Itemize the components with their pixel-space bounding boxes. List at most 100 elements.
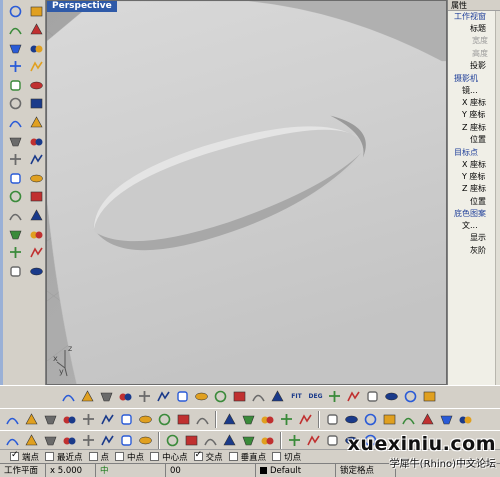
solid-tool-13-icon[interactable]: [240, 411, 257, 428]
curve-tool-14-icon[interactable]: [259, 432, 276, 449]
curve-tool-8-icon[interactable]: [137, 432, 154, 449]
viewport-title[interactable]: Perspective: [47, 1, 117, 12]
osnap-checkbox[interactable]: [228, 452, 238, 461]
line-tool-icon[interactable]: [6, 21, 24, 39]
properties-row[interactable]: 标题: [448, 23, 500, 35]
surface-tool-17-icon[interactable]: [364, 388, 381, 405]
properties-row[interactable]: 灰阶: [448, 245, 500, 257]
solid-tool-3-icon[interactable]: [42, 411, 59, 428]
curve-tool-9-icon[interactable]: [164, 432, 181, 449]
solid-tool-19-icon[interactable]: [362, 411, 379, 428]
layer-tool-icon[interactable]: [27, 244, 45, 262]
solid-tool-24-icon[interactable]: [457, 411, 474, 428]
boolean-tool-icon[interactable]: [27, 114, 45, 132]
transform-tool-icon[interactable]: [6, 169, 24, 187]
curve-tool-16-icon[interactable]: [305, 432, 322, 449]
curve-tool-11-icon[interactable]: [202, 432, 219, 449]
solid-tool-22-icon[interactable]: [419, 411, 436, 428]
properties-tool-icon[interactable]: [27, 262, 45, 280]
ellipse-tool-icon[interactable]: [6, 58, 24, 76]
solid-tool-16-icon[interactable]: [297, 411, 314, 428]
properties-row[interactable]: 高度: [448, 48, 500, 60]
solid-tool-15-icon[interactable]: [278, 411, 295, 428]
surface-tool-8-icon[interactable]: [193, 388, 210, 405]
sphere-tool-icon[interactable]: [6, 132, 24, 150]
box-tool-icon[interactable]: [6, 114, 24, 132]
properties-row[interactable]: Y 座标: [448, 109, 500, 121]
surface-tool-5-icon[interactable]: [136, 388, 153, 405]
osnap-item[interactable]: 中心点: [150, 451, 188, 463]
cylinder-tool-icon[interactable]: [27, 132, 45, 150]
curve-tool-1-icon[interactable]: [4, 432, 21, 449]
curve-tool-10-icon[interactable]: [183, 432, 200, 449]
properties-row[interactable]: 位置: [448, 134, 500, 146]
render-tool-icon[interactable]: [6, 262, 24, 280]
osnap-item[interactable]: 中点: [115, 451, 144, 463]
osnap-checkbox[interactable]: [45, 452, 55, 461]
osnap-item[interactable]: 垂直点: [228, 451, 266, 463]
surface-tool-1-icon[interactable]: [60, 388, 77, 405]
properties-row[interactable]: 文...: [448, 220, 500, 232]
surface-tool-19-icon[interactable]: [402, 388, 419, 405]
solid-tool-18-icon[interactable]: [343, 411, 360, 428]
properties-row[interactable]: 显示: [448, 232, 500, 244]
revolve-tool-icon[interactable]: [27, 95, 45, 113]
solid-tool-6-icon[interactable]: [99, 411, 116, 428]
curve-tool-tool-icon[interactable]: [27, 188, 45, 206]
analysis-tool-icon[interactable]: [6, 244, 24, 262]
dimension-tool-icon[interactable]: [27, 169, 45, 187]
properties-row[interactable]: Y 座标: [448, 171, 500, 183]
osnap-checkbox[interactable]: [115, 452, 125, 461]
solid-tool-9-icon[interactable]: [156, 411, 173, 428]
properties-section-heading[interactable]: 底色图案: [448, 208, 500, 220]
curve-tool-15-icon[interactable]: [286, 432, 303, 449]
properties-row[interactable]: 宽度: [448, 35, 500, 47]
fillet-tool-icon[interactable]: [27, 76, 45, 94]
properties-row[interactable]: 位置: [448, 196, 500, 208]
text-tool-icon[interactable]: [6, 207, 24, 225]
surface-tool-12-icon[interactable]: [269, 388, 286, 405]
surface-tool-11-icon[interactable]: [250, 388, 267, 405]
solid-tool-23-icon[interactable]: [438, 411, 455, 428]
degree-icon[interactable]: DEG: [307, 388, 324, 405]
rectangle-tool-icon[interactable]: [27, 58, 45, 76]
surface-tool-2-icon[interactable]: [79, 388, 96, 405]
perspective-viewport[interactable]: Perspective z x y: [46, 0, 447, 385]
properties-section-heading[interactable]: 目标点: [448, 147, 500, 159]
properties-scrollbar[interactable]: [495, 11, 500, 385]
osnap-checkbox[interactable]: [193, 450, 203, 461]
osnap-checkbox[interactable]: [272, 452, 282, 461]
solid-tool-12-icon[interactable]: [221, 411, 238, 428]
layer-selector[interactable]: Default: [256, 463, 336, 477]
surface-tool-9-icon[interactable]: [212, 388, 229, 405]
solid-tool-1-icon[interactable]: [4, 411, 21, 428]
surface-tool-15-icon[interactable]: [326, 388, 343, 405]
solid-tool-11-icon[interactable]: [194, 411, 211, 428]
surface-tool-4-icon[interactable]: [117, 388, 134, 405]
osnap-checkbox[interactable]: [150, 452, 160, 461]
solid-tool-10-icon[interactable]: [175, 411, 192, 428]
light-tool-icon[interactable]: [27, 151, 45, 169]
point-tool-icon[interactable]: [6, 2, 24, 20]
osnap-item[interactable]: 切点: [272, 451, 301, 463]
trim-tool-icon[interactable]: [27, 207, 45, 225]
curve-tool-12-icon[interactable]: [221, 432, 238, 449]
solid-tool-4-icon[interactable]: [61, 411, 78, 428]
surface-tool-7-icon[interactable]: [174, 388, 191, 405]
curve-tool-icon[interactable]: [27, 21, 45, 39]
solid-tool-5-icon[interactable]: [80, 411, 97, 428]
solid-tool-2-icon[interactable]: [23, 411, 40, 428]
curve-tool-7-icon[interactable]: [118, 432, 135, 449]
curve-tool-3-icon[interactable]: [42, 432, 59, 449]
circle-tool-icon[interactable]: [6, 39, 24, 57]
properties-row[interactable]: Z 座标: [448, 183, 500, 195]
cplane-label[interactable]: 工作平面: [0, 463, 46, 477]
solid-tool-14-icon[interactable]: [259, 411, 276, 428]
surface-tool-18-icon[interactable]: [383, 388, 400, 405]
curve-tool-17-icon[interactable]: [324, 432, 341, 449]
curve-tool-2-icon[interactable]: [23, 432, 40, 449]
properties-section-heading[interactable]: 工作视窗: [448, 11, 500, 23]
mesh-tool-icon[interactable]: [6, 225, 24, 243]
curve-tool-5-icon[interactable]: [80, 432, 97, 449]
curve-tool-6-icon[interactable]: [99, 432, 116, 449]
